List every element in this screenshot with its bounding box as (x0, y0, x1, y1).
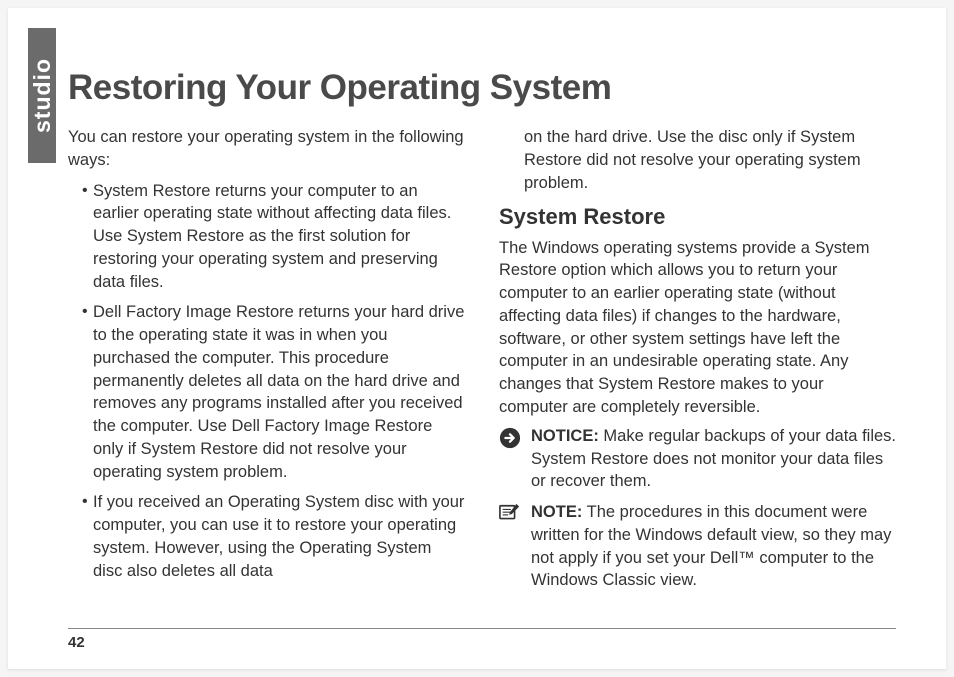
note-label: NOTE: (531, 503, 582, 521)
notice-block: NOTICE: Make regular backups of your dat… (499, 425, 896, 493)
intro-text: You can restore your operating system in… (68, 126, 465, 172)
notice-arrow-icon (499, 427, 521, 449)
bullet-item: If you received an Operating System disc… (82, 491, 465, 582)
system-restore-paragraph: The Windows operating systems provide a … (499, 237, 896, 419)
bullet-item: System Restore returns your computer to … (82, 180, 465, 294)
page-number: 42 (68, 634, 85, 651)
bullet-item: Dell Factory Image Restore returns your … (82, 301, 465, 483)
note-block: NOTE: The procedures in this document we… (499, 501, 896, 592)
left-column: You can restore your operating system in… (68, 126, 465, 600)
bullet-list: System Restore returns your computer to … (68, 180, 465, 583)
page-title: Restoring Your Operating System (68, 68, 896, 108)
content-area: Restoring Your Operating System You can … (68, 68, 896, 639)
two-column-layout: You can restore your operating system in… (68, 126, 896, 600)
side-tab-label: studio (29, 58, 56, 133)
footer-rule (68, 628, 896, 629)
note-pencil-icon (499, 503, 521, 521)
notice-label: NOTICE: (531, 427, 599, 445)
right-column: on the hard drive. Use the disc only if … (499, 126, 896, 600)
notice-text: NOTICE: Make regular backups of your dat… (531, 427, 896, 491)
continuation-text: on the hard drive. Use the disc only if … (499, 126, 896, 194)
note-text: NOTE: The procedures in this document we… (531, 503, 891, 589)
section-heading: System Restore (499, 202, 896, 232)
side-tab: studio (28, 28, 56, 163)
document-page: studio Restoring Your Operating System Y… (8, 8, 946, 669)
note-body: The procedures in this document were wri… (531, 503, 891, 589)
